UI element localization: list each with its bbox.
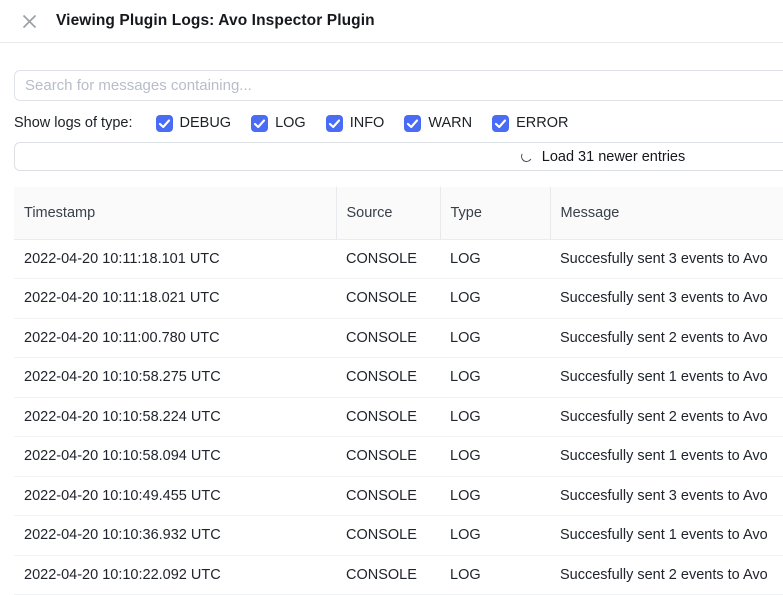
log-table: Timestamp Source Type Message 2022-04-20… xyxy=(14,187,783,595)
filter-checkbox-error[interactable]: ERROR xyxy=(492,115,568,132)
column-header-source: Source xyxy=(336,187,440,239)
column-header-timestamp: Timestamp xyxy=(14,187,336,239)
load-newer-entries-label: Load 31 newer entries xyxy=(542,149,686,165)
table-row: 2022-04-20 10:11:18.101 UTCCONSOLELOGSuc… xyxy=(14,239,783,279)
check-icon xyxy=(156,115,173,132)
cell-message: Succesfully sent 1 events to Avo xyxy=(550,358,783,398)
filter-label: LOG xyxy=(275,115,306,131)
cell-source: CONSOLE xyxy=(336,476,440,516)
table-row: 2022-04-20 10:10:36.932 UTCCONSOLELOGSuc… xyxy=(14,516,783,556)
cell-source: CONSOLE xyxy=(336,437,440,477)
filter-label: WARN xyxy=(428,115,472,131)
close-icon[interactable] xyxy=(22,14,37,29)
search-input[interactable] xyxy=(14,70,783,101)
filter-label: INFO xyxy=(350,115,385,131)
filter-checkbox-warn[interactable]: WARN xyxy=(404,115,472,132)
table-row: 2022-04-20 10:10:22.092 UTCCONSOLELOGSuc… xyxy=(14,555,783,595)
cell-type: LOG xyxy=(440,476,550,516)
log-type-filters: Show logs of type: DEBUG LOG INFO WARN ERROR xyxy=(14,112,783,134)
load-newer-entries-button[interactable]: Load 31 newer entries xyxy=(14,142,783,171)
cell-source: CONSOLE xyxy=(336,555,440,595)
check-icon xyxy=(251,115,268,132)
table-row: 2022-04-20 10:11:18.021 UTCCONSOLELOGSuc… xyxy=(14,279,783,319)
cell-source: CONSOLE xyxy=(336,516,440,556)
column-header-message: Message xyxy=(550,187,783,239)
cell-message: Succesfully sent 3 events to Avo xyxy=(550,239,783,279)
cell-timestamp: 2022-04-20 10:10:22.092 UTC xyxy=(14,555,336,595)
cell-type: LOG xyxy=(440,318,550,358)
cell-timestamp: 2022-04-20 10:10:49.455 UTC xyxy=(14,476,336,516)
cell-type: LOG xyxy=(440,279,550,319)
cell-source: CONSOLE xyxy=(336,397,440,437)
cell-message: Succesfully sent 1 events to Avo xyxy=(550,516,783,556)
cell-timestamp: 2022-04-20 10:10:58.275 UTC xyxy=(14,358,336,398)
cell-timestamp: 2022-04-20 10:11:18.021 UTC xyxy=(14,279,336,319)
filter-label: ERROR xyxy=(516,115,568,131)
cell-source: CONSOLE xyxy=(336,318,440,358)
cell-timestamp: 2022-04-20 10:11:00.780 UTC xyxy=(14,318,336,358)
cell-timestamp: 2022-04-20 10:10:58.224 UTC xyxy=(14,397,336,437)
filter-label: DEBUG xyxy=(180,115,232,131)
filter-checkbox-info[interactable]: INFO xyxy=(326,115,385,132)
table-row: 2022-04-20 10:11:00.780 UTCCONSOLELOGSuc… xyxy=(14,318,783,358)
cell-type: LOG xyxy=(440,358,550,398)
filters-label: Show logs of type: xyxy=(14,115,133,131)
cell-type: LOG xyxy=(440,397,550,437)
table-row: 2022-04-20 10:10:58.275 UTCCONSOLELOGSuc… xyxy=(14,358,783,398)
dialog-title: Viewing Plugin Logs: Avo Inspector Plugi… xyxy=(56,12,375,30)
cell-type: LOG xyxy=(440,555,550,595)
cell-message: Succesfully sent 3 events to Avo xyxy=(550,279,783,319)
cell-message: Succesfully sent 1 events to Avo xyxy=(550,437,783,477)
cell-message: Succesfully sent 2 events to Avo xyxy=(550,397,783,437)
cell-source: CONSOLE xyxy=(336,239,440,279)
check-icon xyxy=(492,115,509,132)
cell-source: CONSOLE xyxy=(336,358,440,398)
check-icon xyxy=(404,115,421,132)
table-row: 2022-04-20 10:10:49.455 UTCCONSOLELOGSuc… xyxy=(14,476,783,516)
dialog-titlebar: Viewing Plugin Logs: Avo Inspector Plugi… xyxy=(0,0,783,43)
filter-checkbox-log[interactable]: LOG xyxy=(251,115,306,132)
table-header-row: Timestamp Source Type Message xyxy=(14,187,783,239)
cell-type: LOG xyxy=(440,437,550,477)
dialog-body: Show logs of type: DEBUG LOG INFO WARN ERROR… xyxy=(14,43,783,595)
cell-message: Succesfully sent 3 events to Avo xyxy=(550,476,783,516)
cell-timestamp: 2022-04-20 10:10:36.932 UTC xyxy=(14,516,336,556)
cell-message: Succesfully sent 2 events to Avo xyxy=(550,318,783,358)
column-header-type: Type xyxy=(440,187,550,239)
table-row: 2022-04-20 10:10:58.094 UTCCONSOLELOGSuc… xyxy=(14,437,783,477)
cell-type: LOG xyxy=(440,239,550,279)
cell-type: LOG xyxy=(440,516,550,556)
loading-spinner-icon xyxy=(520,150,533,163)
cell-timestamp: 2022-04-20 10:11:18.101 UTC xyxy=(14,239,336,279)
cell-timestamp: 2022-04-20 10:10:58.094 UTC xyxy=(14,437,336,477)
table-row: 2022-04-20 10:10:58.224 UTCCONSOLELOGSuc… xyxy=(14,397,783,437)
check-icon xyxy=(326,115,343,132)
filter-checkbox-debug[interactable]: DEBUG xyxy=(156,115,232,132)
cell-source: CONSOLE xyxy=(336,279,440,319)
cell-message: Succesfully sent 2 events to Avo xyxy=(550,555,783,595)
